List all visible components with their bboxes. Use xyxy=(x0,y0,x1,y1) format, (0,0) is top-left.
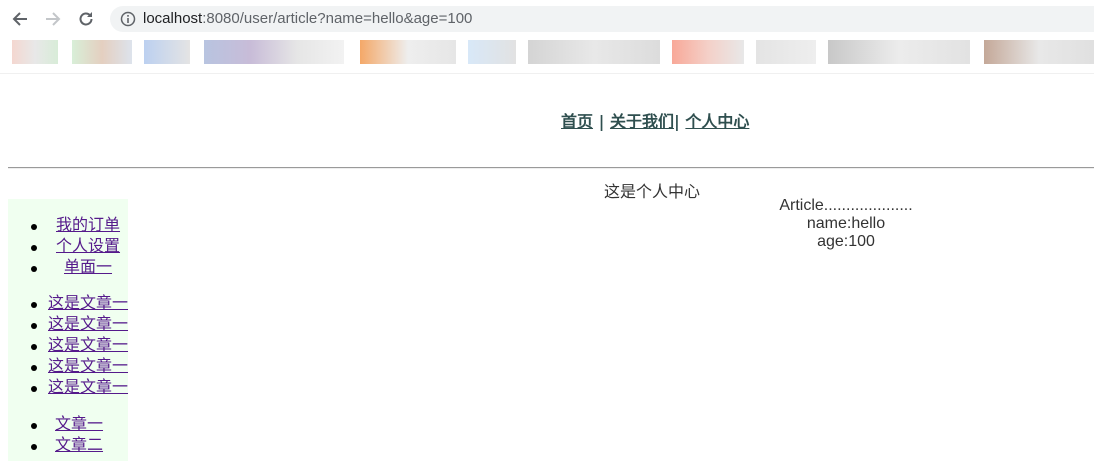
sidebar-link-article-1[interactable]: 文章一 xyxy=(55,414,103,435)
bullet xyxy=(31,323,37,329)
sidebar-link-article-2[interactable]: 文章二 xyxy=(55,435,103,456)
bookmark-item[interactable] xyxy=(984,40,1094,64)
nav-separator: | xyxy=(593,112,610,131)
address-bar[interactable]: localhost:8080/user/article?name=hello&a… xyxy=(110,6,1094,32)
url-text[interactable]: localhost:8080/user/article?name=hello&a… xyxy=(143,10,472,28)
bookmark-item[interactable] xyxy=(144,40,190,64)
nav-link-profile[interactable]: 个人中心 xyxy=(685,112,749,131)
sidebar-link-single-page[interactable]: 单面一 xyxy=(64,257,112,278)
bullet xyxy=(31,224,37,230)
article-name: name:hello xyxy=(806,215,886,232)
bullet xyxy=(31,266,37,272)
bullet xyxy=(31,344,37,350)
bookmark-item[interactable] xyxy=(468,40,516,64)
bookmark-item[interactable] xyxy=(756,40,816,64)
article-view: Article.................... name:hello a… xyxy=(746,197,946,251)
bullet xyxy=(31,365,37,371)
bookmark-item[interactable] xyxy=(72,40,132,64)
sidebar-link-settings[interactable]: 个人设置 xyxy=(56,236,120,257)
article-link[interactable]: 这是文章一 xyxy=(48,356,128,377)
article-title: Article.................... xyxy=(779,197,913,214)
url-path: :8080/user/article?name=hello&age=100 xyxy=(202,10,473,27)
sidebar-link-orders[interactable]: 我的订单 xyxy=(56,215,120,236)
top-nav: 首页 | 关于我们| 个人中心 xyxy=(561,108,749,132)
bookmark-item[interactable] xyxy=(360,40,456,64)
nav-link-home[interactable]: 首页 xyxy=(561,112,593,131)
bullet xyxy=(31,245,37,251)
bullet xyxy=(31,444,37,450)
page-heading: 这是个人中心 xyxy=(604,184,701,201)
back-icon[interactable] xyxy=(9,8,31,30)
info-circle-icon[interactable] xyxy=(120,11,136,27)
bookmark-item[interactable] xyxy=(12,40,58,64)
bullet xyxy=(31,386,37,392)
bullet xyxy=(31,302,37,308)
reload-icon[interactable] xyxy=(75,8,97,30)
browser-toolbar: localhost:8080/user/article?name=hello&a… xyxy=(0,0,1094,37)
bookmarks-bar xyxy=(0,37,1094,74)
article-link[interactable]: 这是文章一 xyxy=(48,377,128,398)
article-link[interactable]: 这是文章一 xyxy=(48,335,128,356)
article-link[interactable]: 这是文章一 xyxy=(48,293,128,314)
bullet xyxy=(31,423,37,429)
article-age: age:100 xyxy=(817,233,875,250)
bookmark-item[interactable] xyxy=(528,40,660,64)
horizontal-divider xyxy=(8,167,1094,169)
nav-separator: | xyxy=(674,112,686,131)
nav-link-about[interactable]: 关于我们 xyxy=(610,112,674,131)
sidebar: 我的订单 个人设置 单面一 这是文章一 这是文章一 这是文章一 这是文章一 这是… xyxy=(8,199,128,461)
bookmark-item[interactable] xyxy=(828,40,970,64)
article-link[interactable]: 这是文章一 xyxy=(48,314,128,335)
forward-icon[interactable] xyxy=(42,8,64,30)
url-host: localhost xyxy=(143,10,203,27)
bookmark-item[interactable] xyxy=(672,40,744,64)
bookmark-item[interactable] xyxy=(204,40,344,64)
